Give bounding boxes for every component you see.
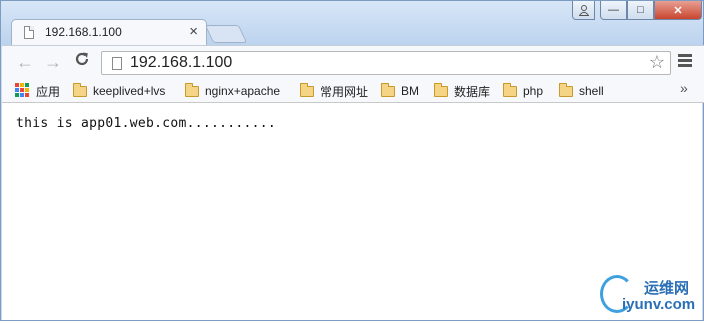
bookmark-label: php xyxy=(523,84,544,98)
user-icon xyxy=(578,4,589,16)
window-close-button[interactable]: ✕ xyxy=(654,1,702,20)
bookmark-folder-common-sites[interactable]: 常用网址 xyxy=(300,82,369,99)
folder-icon xyxy=(559,82,573,97)
tab-close-icon[interactable]: × xyxy=(189,23,198,40)
bookmark-label: keeplived+lvs xyxy=(93,84,166,98)
back-button[interactable]: ← xyxy=(16,52,34,73)
reload-button[interactable] xyxy=(74,51,90,72)
reload-icon xyxy=(75,52,89,66)
bookmark-folder-database[interactable]: 数据库 xyxy=(434,82,491,99)
folder-icon xyxy=(300,82,314,97)
navigation-toolbar: ← → 192.168.1.100 ☆ xyxy=(2,45,704,80)
bookmark-folder-shell[interactable]: shell xyxy=(559,82,604,99)
user-profile-button[interactable] xyxy=(572,1,595,20)
bookmark-label: 常用网址 xyxy=(320,84,369,99)
page-icon xyxy=(24,26,34,39)
bookmark-label: nginx+apache xyxy=(205,84,281,98)
bookmarks-bar: 应用 keeplived+lvs nginx+apache 常用网址 BM 数据… xyxy=(2,79,704,103)
folder-icon xyxy=(381,82,395,97)
bookmark-apps[interactable]: 应用 xyxy=(36,83,60,99)
bookmark-label: BM xyxy=(401,84,419,98)
bookmark-label: 数据库 xyxy=(454,84,491,99)
bookmark-folder-keeplived[interactable]: keeplived+lvs xyxy=(73,82,166,99)
folder-icon xyxy=(185,82,199,97)
apps-grid-icon[interactable] xyxy=(15,83,29,97)
page-body-text: this is app01.web.com........... xyxy=(16,116,277,131)
title-bar: 192.168.1.100 × — □ ✕ xyxy=(1,1,703,45)
bookmark-folder-bm[interactable]: BM xyxy=(381,82,419,99)
watermark-cn: 运维网 xyxy=(644,280,690,297)
bookmark-folder-nginx[interactable]: nginx+apache xyxy=(185,82,281,99)
forward-button[interactable]: → xyxy=(44,52,62,73)
new-tab-button[interactable] xyxy=(204,25,248,43)
bookmark-star-icon[interactable]: ☆ xyxy=(649,52,665,73)
folder-icon xyxy=(73,82,87,97)
page-info-icon[interactable] xyxy=(112,57,122,70)
bookmark-folder-php[interactable]: php xyxy=(503,82,544,99)
minimize-button[interactable]: — xyxy=(600,1,627,20)
maximize-button[interactable]: □ xyxy=(627,1,654,20)
tab-title: 192.168.1.100 xyxy=(45,25,122,39)
address-bar[interactable]: 192.168.1.100 ☆ xyxy=(101,51,671,75)
site-watermark-logo: 运维网 iyunv.com xyxy=(600,271,704,323)
page-content: this is app01.web.com........... 运维网 iyu… xyxy=(2,103,702,320)
folder-icon xyxy=(434,82,448,97)
bookmarks-overflow-chevron-icon[interactable]: » xyxy=(680,80,688,96)
url-text[interactable]: 192.168.1.100 xyxy=(130,54,232,72)
bookmark-label: shell xyxy=(579,84,604,98)
watermark-en: iyunv.com xyxy=(622,296,696,313)
tab-active[interactable]: 192.168.1.100 × xyxy=(11,19,207,45)
browser-window: 192.168.1.100 × — □ ✕ ← → 192.168.1.100 … xyxy=(0,0,704,321)
chrome-menu-button[interactable] xyxy=(678,54,692,69)
folder-icon xyxy=(503,82,517,97)
